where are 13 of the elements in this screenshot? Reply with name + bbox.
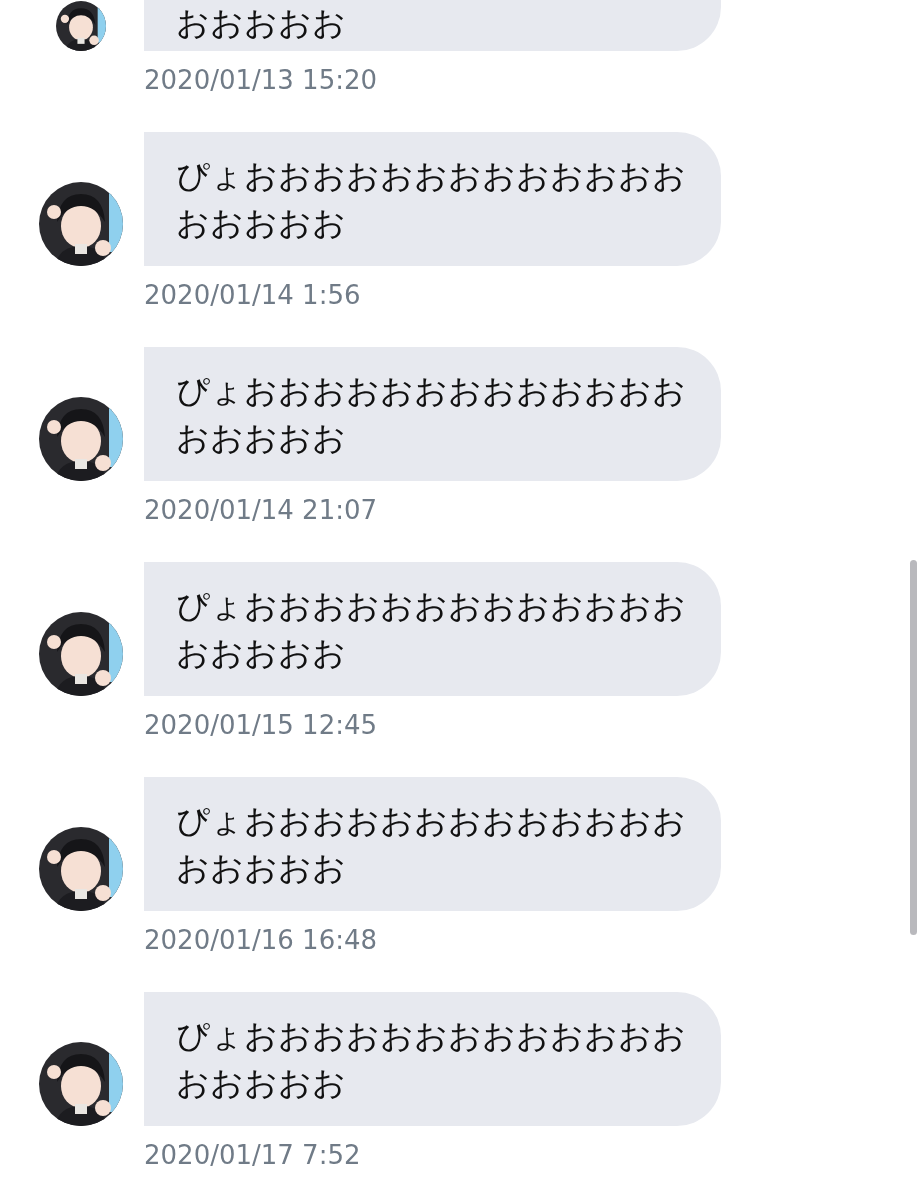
message-bubble: ぴょおおおおおおおおおおおおおおおおおお bbox=[144, 132, 721, 266]
timestamp: 2020/01/15 12:45 bbox=[144, 710, 379, 740]
scrollbar[interactable] bbox=[910, 560, 917, 935]
message-bubble: ぴょおおおおおおおおおおおおおおおおおお bbox=[144, 347, 721, 481]
message-bubble: ぴょおおおおおおおおおおおおおおおおおお bbox=[144, 992, 721, 1126]
message-bubble: おおおおお bbox=[144, 0, 721, 51]
timestamp: 2020/01/14 1:56 bbox=[144, 280, 362, 310]
timestamp: 2020/01/14 21:07 bbox=[144, 495, 379, 525]
timestamp: 2020/01/17 7:52 bbox=[144, 1140, 362, 1170]
message-bubble: ぴょおおおおおおおおおおおおおおおおおお bbox=[144, 777, 721, 911]
timestamp: 2020/01/16 16:48 bbox=[144, 925, 379, 955]
message-bubble: ぴょおおおおおおおおおおおおおおおおおお bbox=[144, 562, 721, 696]
timestamp: 2020/01/13 15:20 bbox=[144, 65, 379, 95]
